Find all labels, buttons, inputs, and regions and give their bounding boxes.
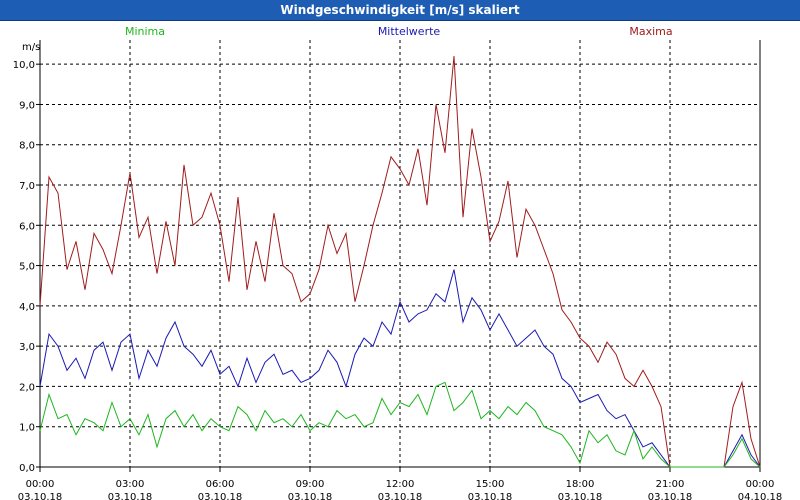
x-tick-time: 12:00 (386, 479, 415, 490)
y-tick-label: 2,0 (19, 382, 35, 393)
x-tick-time: 06:00 (206, 479, 235, 490)
series-line-maxima (39, 56, 761, 468)
y-tick-label: 3,0 (19, 342, 35, 353)
x-tick-date: 03.10.18 (198, 492, 243, 500)
x-tick-time: 21:00 (656, 479, 685, 490)
x-tick-time: 15:00 (476, 479, 505, 490)
y-tick-label: 4,0 (19, 302, 35, 313)
y-tick-label: 9,0 (19, 100, 35, 111)
axes: 0,0 1,0 2,0 3,0 4,0 5,0 6,0 7,0 8,0 9,0 10,0 00:00 0… (13, 40, 783, 500)
legend-maxima: Maxima (629, 25, 672, 38)
x-tick-date: 03.10.18 (558, 492, 603, 500)
x-tick-date: 03.10.18 (378, 492, 423, 500)
series-layer (39, 56, 761, 468)
y-tick-label: 8,0 (19, 141, 35, 152)
x-tick-time: 00:00 (746, 479, 775, 490)
y-tick-label: 0,0 (19, 463, 35, 474)
legend-mittelwerte: Mittelwerte (378, 25, 441, 38)
x-tick-time: 18:00 (566, 479, 595, 490)
chart-title: Windgeschwindigkeit [m/s] skaliert (280, 3, 520, 17)
y-axis-unit: m/s (22, 42, 40, 53)
y-tick-label: 7,0 (19, 181, 35, 192)
x-tick-time: 00:00 (26, 479, 55, 490)
y-tick-label: 10,0 (13, 60, 35, 71)
x-tick-date: 03.10.18 (108, 492, 153, 500)
x-tick-date: 03.10.18 (288, 492, 333, 500)
chart-canvas: 0,0 1,0 2,0 3,0 4,0 5,0 6,0 7,0 8,0 9,0 10,0 00:00 0… (13, 25, 783, 500)
y-tick-label: 5,0 (19, 262, 35, 273)
y-tick-label: 1,0 (19, 423, 35, 434)
legend-minima: Minima (125, 25, 165, 38)
x-tick-date: 04.10.18 (738, 492, 783, 500)
y-tick-label: 6,0 (19, 221, 35, 232)
x-tick-time: 03:00 (116, 479, 145, 490)
x-tick-date: 03.10.18 (18, 492, 63, 500)
x-tick-date: 03.10.18 (468, 492, 513, 500)
x-tick-time: 09:00 (296, 479, 325, 490)
x-tick-date: 03.10.18 (648, 492, 693, 500)
